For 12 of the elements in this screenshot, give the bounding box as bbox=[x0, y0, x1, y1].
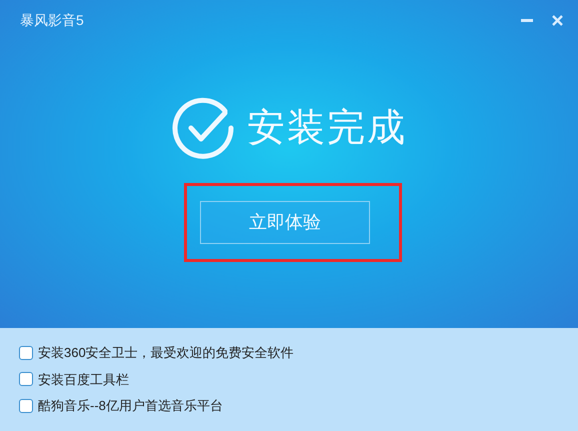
checkbox[interactable] bbox=[19, 346, 33, 360]
try-now-button[interactable]: 立即体验 bbox=[200, 201, 370, 244]
checkbox[interactable] bbox=[19, 372, 33, 386]
close-icon bbox=[552, 15, 562, 26]
checkbox[interactable] bbox=[19, 398, 33, 413]
completion-heading: 安装完成 bbox=[247, 106, 407, 150]
window-title: 暴风影音5 bbox=[20, 11, 84, 30]
close-button[interactable] bbox=[550, 14, 564, 28]
minimize-icon bbox=[521, 18, 533, 22]
option-label: 安装百度工具栏 bbox=[38, 370, 129, 388]
option-label: 安装360安全卫士，最受欢迎的免费安全软件 bbox=[38, 344, 294, 362]
option-label: 酷狗音乐--8亿用户首选音乐平台 bbox=[38, 397, 223, 415]
